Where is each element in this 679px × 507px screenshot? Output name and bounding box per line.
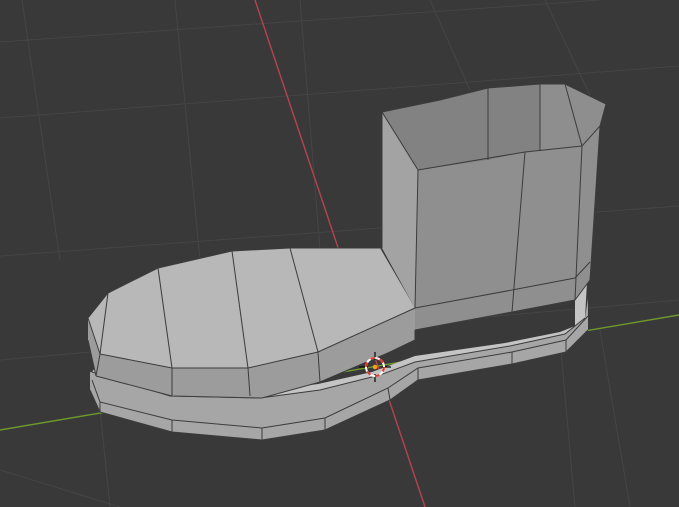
- 3d-viewport[interactable]: [0, 0, 679, 507]
- boot-mesh[interactable]: [87, 83, 607, 441]
- viewport-canvas[interactable]: [0, 0, 679, 507]
